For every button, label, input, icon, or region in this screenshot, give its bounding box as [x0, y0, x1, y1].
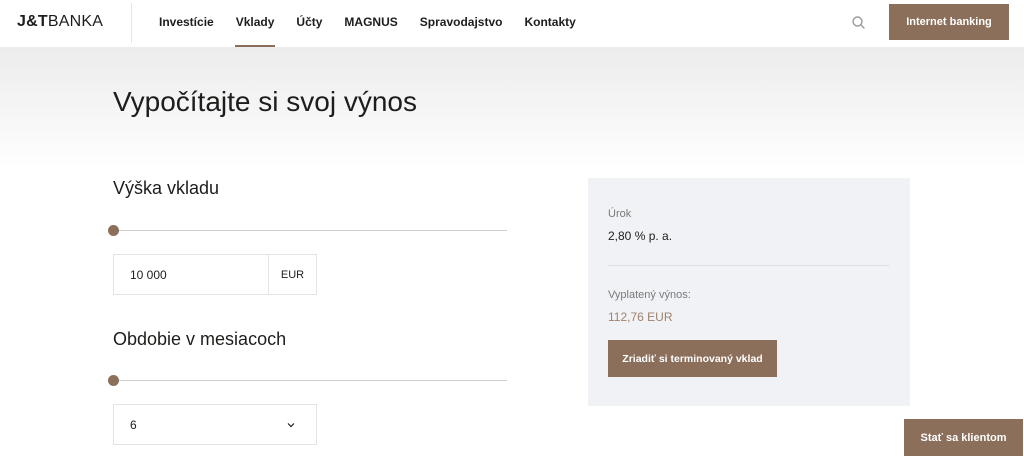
page-title: Vypočítajte si svoj výnos: [113, 86, 417, 117]
amount-slider-thumb[interactable]: [108, 225, 119, 236]
nav-item-kontakty[interactable]: Kontakty: [513, 0, 586, 47]
internet-banking-button[interactable]: Internet banking: [889, 4, 1009, 40]
nav-item-vklady[interactable]: Vklady: [225, 0, 286, 47]
result-panel: Úrok 2,80 % p. a. Vyplatený výnos: 112,7…: [588, 178, 910, 406]
amount-input[interactable]: [114, 255, 268, 294]
logo-divider: [131, 3, 132, 43]
period-slider-track: [113, 380, 507, 381]
bank-logo[interactable]: J&TBANKA: [17, 13, 103, 31]
logo-wordmark: BANKA: [47, 13, 104, 30]
become-client-button[interactable]: Stať sa klientom: [904, 419, 1023, 456]
search-button[interactable]: [849, 13, 869, 33]
open-term-deposit-button[interactable]: Zriadiť si terminovaný vklad: [608, 340, 777, 377]
result-divider: [608, 265, 889, 266]
nav-item-investicie[interactable]: Investície: [148, 0, 225, 47]
nav-item-spravodajstvo[interactable]: Spravodajstvo: [409, 0, 514, 47]
period-slider[interactable]: [108, 375, 507, 387]
nav-item-ucty[interactable]: Účty: [285, 0, 333, 47]
rate-value: 2,80 % p. a.: [608, 229, 673, 243]
rate-label: Úrok: [608, 208, 632, 220]
period-select[interactable]: 6: [113, 404, 317, 445]
amount-field: EUR: [113, 254, 317, 295]
main-nav: Investície Vklady Účty MAGNUS Spravodajs…: [148, 0, 587, 47]
yield-value: 112,76 EUR: [608, 310, 673, 324]
amount-unit: EUR: [268, 255, 316, 294]
amount-slider[interactable]: [108, 225, 507, 237]
amount-slider-track: [113, 230, 507, 231]
chevron-down-icon: [287, 423, 295, 428]
amount-label: Výška vkladu: [113, 178, 220, 198]
logo-mark: J&T: [17, 13, 48, 30]
period-select-value: 6: [130, 417, 137, 432]
search-icon: [852, 16, 865, 29]
period-label: Obdobie v mesiacoch: [113, 329, 287, 349]
top-navigation-bar: J&TBANKA Investície Vklady Účty MAGNUS S…: [0, 0, 1024, 47]
yield-label: Vyplatený výnos:: [608, 289, 691, 301]
period-slider-thumb[interactable]: [108, 375, 119, 386]
nav-item-magnus[interactable]: MAGNUS: [333, 0, 408, 47]
